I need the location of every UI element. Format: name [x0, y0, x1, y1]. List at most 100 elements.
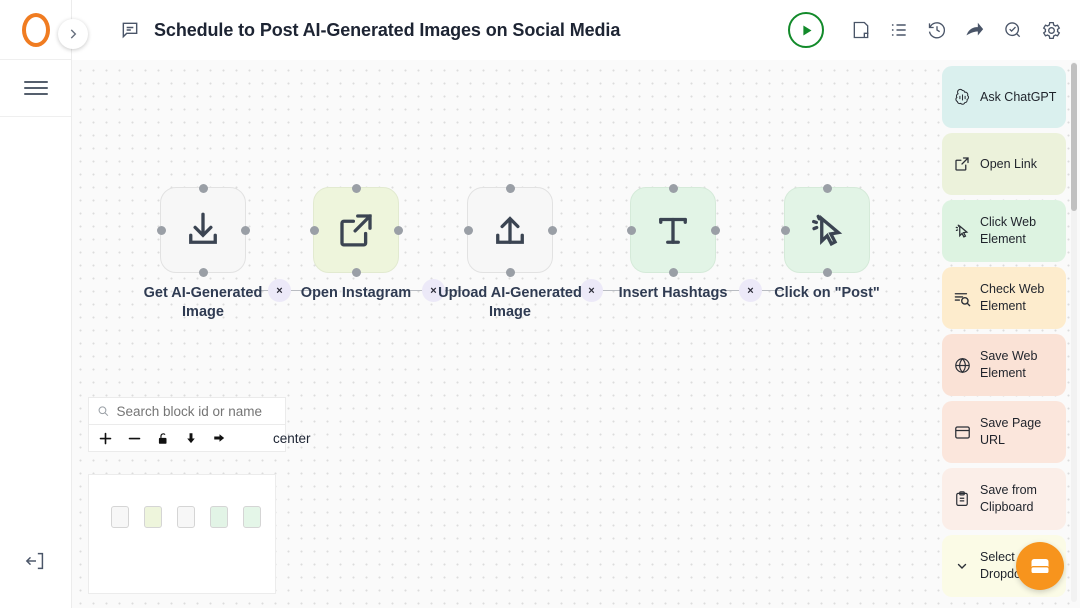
node-label: Open Instagram — [300, 285, 412, 301]
history-icon[interactable] — [926, 19, 948, 41]
flow-node[interactable]: Get AI-Generated Image — [144, 183, 278, 322]
port-left[interactable] — [156, 225, 166, 235]
download-icon — [189, 212, 217, 244]
node-body[interactable] — [463, 183, 557, 277]
brand-logo-icon — [21, 12, 50, 47]
port-left[interactable] — [780, 225, 790, 235]
check-search-icon[interactable] — [1002, 19, 1024, 41]
cursor-click-icon — [812, 214, 843, 247]
left-sidebar — [0, 0, 72, 608]
app-root: Schedule to Post AI-Generated Images on … — [0, 0, 1080, 608]
flow-canvas[interactable]: × × × × Get AI-Generated Image Open Inst… — [72, 60, 1080, 608]
hamburger-menu-button[interactable] — [0, 60, 71, 117]
external-link-icon — [952, 155, 972, 173]
canvas-minimap[interactable] — [88, 474, 276, 594]
port-right[interactable] — [547, 225, 557, 235]
header-actions — [788, 12, 1062, 48]
expand-sidebar-button[interactable] — [58, 19, 88, 49]
port-top[interactable] — [668, 183, 678, 193]
block-card-save-from-clipboard[interactable]: Save from Clipboard — [942, 468, 1066, 530]
port-left[interactable] — [463, 225, 473, 235]
zoom-in-button[interactable] — [98, 431, 113, 446]
flow-node[interactable]: Upload AI-Generated Image — [438, 183, 585, 322]
block-label: Save Web Element — [980, 349, 1038, 380]
port-top[interactable] — [198, 183, 208, 193]
block-label: Save from Clipboard — [980, 483, 1037, 514]
block-label: Click Web Element — [980, 215, 1037, 246]
search-block-row[interactable] — [88, 397, 286, 425]
minimap-node — [111, 506, 129, 528]
sidebar-scrollbar-thumb[interactable] — [1071, 63, 1077, 211]
minimap-node — [243, 506, 261, 528]
port-right[interactable] — [393, 225, 403, 235]
block-card-save-page-url[interactable]: Save Page URL — [942, 401, 1066, 463]
align-right-button[interactable] — [212, 431, 227, 445]
block-label: Ask ChatGPT — [980, 89, 1057, 104]
flow-node[interactable]: Insert Hashtags — [619, 183, 748, 303]
clipboard-icon — [952, 490, 972, 508]
port-bottom[interactable] — [198, 267, 208, 277]
canvas-toolbar: center — [88, 425, 311, 452]
document-comment-icon[interactable] — [120, 20, 140, 40]
run-play-button[interactable] — [788, 12, 824, 48]
page-title: Schedule to Post AI-Generated Images on … — [154, 19, 621, 40]
block-card-open-link[interactable]: Open Link — [942, 133, 1066, 195]
text-icon — [659, 217, 687, 244]
node-label: Insert Hashtags — [618, 285, 728, 301]
block-card-check-web-element[interactable]: Check Web Element — [942, 267, 1066, 329]
hamburger-menu-icon — [23, 81, 48, 95]
port-left[interactable] — [309, 225, 319, 235]
minimap-node — [144, 506, 162, 528]
flow-node[interactable]: Click on "Post" — [774, 183, 902, 303]
logout-button[interactable] — [0, 550, 72, 572]
note-icon[interactable] — [850, 19, 872, 41]
upload-icon — [496, 216, 524, 244]
settings-gear-icon[interactable] — [1040, 19, 1062, 41]
minimap-node — [210, 506, 228, 528]
chevron-right-icon — [70, 29, 77, 39]
block-label: Open Link — [980, 156, 1037, 171]
block-card-save-web-element[interactable]: Save Web Element — [942, 334, 1066, 396]
block-label: Save Page URL — [980, 416, 1042, 447]
port-bottom[interactable] — [668, 267, 678, 277]
port-right[interactable] — [710, 225, 720, 235]
chatgpt-icon — [952, 88, 972, 107]
node-body[interactable] — [780, 183, 870, 277]
chat-bubble-button[interactable] — [1016, 542, 1064, 590]
node-label: Click on "Post" — [774, 285, 880, 301]
chat-bubble-icon — [1031, 559, 1049, 573]
port-bottom[interactable] — [505, 267, 515, 277]
chevron-down-icon — [952, 559, 972, 573]
zoom-out-button[interactable] — [127, 431, 142, 446]
node-body[interactable] — [309, 183, 403, 277]
search-input[interactable] — [116, 403, 277, 419]
block-card-ask-chatgpt[interactable]: Ask ChatGPT — [942, 66, 1066, 128]
search-icon — [98, 406, 109, 417]
logout-icon — [25, 552, 44, 570]
external-link-icon — [340, 214, 372, 247]
globe-icon — [952, 356, 972, 375]
port-bottom[interactable] — [351, 267, 361, 277]
node-body[interactable] — [156, 183, 250, 277]
cursor-click-icon — [952, 222, 972, 240]
port-bottom[interactable] — [822, 267, 832, 277]
node-body[interactable] — [626, 183, 720, 277]
port-top[interactable] — [351, 183, 361, 193]
lock-toggle-button[interactable] — [156, 431, 170, 446]
flow-node[interactable]: Open Instagram — [301, 183, 431, 303]
share-icon[interactable] — [964, 19, 986, 41]
canvas-tools-panel: center — [88, 397, 311, 594]
port-top[interactable] — [505, 183, 515, 193]
block-card-click-web-element[interactable]: Click Web Element — [942, 200, 1066, 262]
port-right[interactable] — [240, 225, 250, 235]
port-top[interactable] — [822, 183, 832, 193]
port-left[interactable] — [626, 225, 636, 235]
check-element-icon — [952, 289, 972, 308]
list-icon[interactable] — [888, 19, 910, 41]
align-down-button[interactable] — [184, 431, 198, 446]
center-button[interactable]: center — [273, 431, 311, 446]
top-header: Schedule to Post AI-Generated Images on … — [72, 0, 1080, 60]
minimap-node — [177, 506, 195, 528]
node-label: Get AI-Generated Image — [143, 285, 263, 320]
blocks-sidebar[interactable]: Ask ChatGPT Open Link Click Web Element — [942, 60, 1080, 608]
